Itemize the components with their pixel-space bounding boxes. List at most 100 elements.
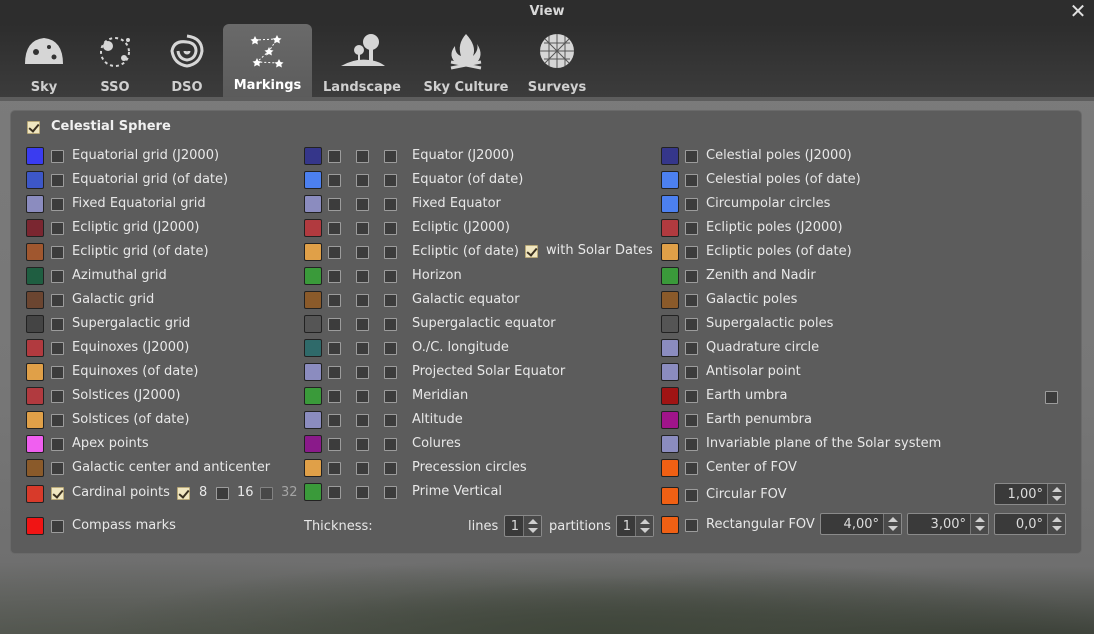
ecliptic-of-date-checkbox-3[interactable] bbox=[384, 246, 397, 259]
partitions-thickness-spinbox[interactable]: 1 bbox=[616, 515, 654, 537]
earth-umbra-checkbox[interactable] bbox=[685, 390, 698, 403]
equator-j2000-checkbox-1[interactable] bbox=[328, 150, 341, 163]
equator-of-date-color-swatch[interactable] bbox=[304, 171, 322, 189]
apex-points-color-swatch[interactable] bbox=[26, 435, 44, 453]
azimuthal-grid-color-swatch[interactable] bbox=[26, 267, 44, 285]
altitude-color-swatch[interactable] bbox=[304, 411, 322, 429]
equator-of-date-checkbox-3[interactable] bbox=[384, 174, 397, 187]
ecliptic-poles-of-date-checkbox[interactable] bbox=[685, 246, 698, 259]
ecliptic-j2000-checkbox-3[interactable] bbox=[384, 222, 397, 235]
equinoxes-j2000-checkbox[interactable] bbox=[51, 342, 64, 355]
partitions-thickness-arrows[interactable] bbox=[635, 516, 653, 536]
cardinal-32-checkbox[interactable] bbox=[260, 487, 273, 500]
center-of-fov-color-swatch[interactable] bbox=[661, 459, 679, 477]
center-of-fov-checkbox[interactable] bbox=[685, 462, 698, 475]
equatorial-grid-j2000-checkbox[interactable] bbox=[51, 150, 64, 163]
galactic-center-and-anticenter-checkbox[interactable] bbox=[51, 462, 64, 475]
galactic-equator-checkbox-2[interactable] bbox=[356, 294, 369, 307]
prime-vertical-checkbox-2[interactable] bbox=[356, 486, 369, 499]
galactic-poles-color-swatch[interactable] bbox=[661, 291, 679, 309]
supergalactic-equator-color-swatch[interactable] bbox=[304, 315, 322, 333]
ecliptic-poles-of-date-color-swatch[interactable] bbox=[661, 243, 679, 261]
ecliptic-of-date-color-swatch[interactable] bbox=[304, 243, 322, 261]
celestial-poles-of-date-color-swatch[interactable] bbox=[661, 171, 679, 189]
celestial-poles-of-date-checkbox[interactable] bbox=[685, 174, 698, 187]
rectangular-fov-rotation-arrows[interactable] bbox=[1047, 514, 1065, 534]
compass-marks-checkbox[interactable] bbox=[51, 520, 64, 533]
galactic-equator-checkbox-1[interactable] bbox=[328, 294, 341, 307]
equatorial-grid-of-date-checkbox[interactable] bbox=[51, 174, 64, 187]
circular-fov-checkbox[interactable] bbox=[685, 489, 698, 502]
quadrature-circle-color-swatch[interactable] bbox=[661, 339, 679, 357]
equinoxes-of-date-checkbox[interactable] bbox=[51, 366, 64, 379]
earth-umbra-color-swatch[interactable] bbox=[661, 387, 679, 405]
ecliptic-j2000-checkbox-2[interactable] bbox=[356, 222, 369, 235]
meridian-checkbox-3[interactable] bbox=[384, 390, 397, 403]
altitude-checkbox-1[interactable] bbox=[328, 414, 341, 427]
ecliptic-j2000-color-swatch[interactable] bbox=[304, 219, 322, 237]
projected-solar-equator-checkbox-1[interactable] bbox=[328, 366, 341, 379]
solstices-of-date-checkbox[interactable] bbox=[51, 414, 64, 427]
celestial-poles-j2000-color-swatch[interactable] bbox=[661, 147, 679, 165]
precession-circles-color-swatch[interactable] bbox=[304, 459, 322, 477]
galactic-poles-checkbox[interactable] bbox=[685, 294, 698, 307]
prime-vertical-color-swatch[interactable] bbox=[304, 483, 322, 501]
rectangular-fov-rotation-spinbox[interactable]: 0,0° bbox=[994, 513, 1066, 535]
supergalactic-grid-checkbox[interactable] bbox=[51, 318, 64, 331]
fixed-equatorial-grid-checkbox[interactable] bbox=[51, 198, 64, 211]
cardinal-points-color-swatch[interactable] bbox=[26, 485, 44, 503]
spin-up-icon[interactable] bbox=[888, 517, 898, 522]
spin-up-icon[interactable] bbox=[528, 519, 538, 524]
altitude-checkbox-2[interactable] bbox=[356, 414, 369, 427]
o-c-longitude-color-swatch[interactable] bbox=[304, 339, 322, 357]
projected-solar-equator-checkbox-3[interactable] bbox=[384, 366, 397, 379]
fixed-equator-checkbox-2[interactable] bbox=[356, 198, 369, 211]
celestial-sphere-checkbox[interactable] bbox=[27, 121, 40, 134]
meridian-checkbox-2[interactable] bbox=[356, 390, 369, 403]
equator-of-date-checkbox-1[interactable] bbox=[328, 174, 341, 187]
lines-thickness-arrows[interactable] bbox=[523, 516, 541, 536]
rectangular-fov-width-spinbox[interactable]: 4,00° bbox=[820, 513, 902, 535]
tab-sky-culture[interactable]: Sky Culture bbox=[420, 24, 512, 98]
precession-circles-checkbox-1[interactable] bbox=[328, 462, 341, 475]
ecliptic-grid-of-date-color-swatch[interactable] bbox=[26, 243, 44, 261]
azimuthal-grid-checkbox[interactable] bbox=[51, 270, 64, 283]
fixed-equator-checkbox-1[interactable] bbox=[328, 198, 341, 211]
o-c-longitude-checkbox-1[interactable] bbox=[328, 342, 341, 355]
antisolar-point-checkbox[interactable] bbox=[685, 366, 698, 379]
close-icon[interactable]: ✕ bbox=[1068, 1, 1088, 21]
cardinal-16-checkbox[interactable] bbox=[216, 487, 229, 500]
supergalactic-grid-color-swatch[interactable] bbox=[26, 315, 44, 333]
galactic-center-and-anticenter-color-swatch[interactable] bbox=[26, 459, 44, 477]
equator-j2000-color-swatch[interactable] bbox=[304, 147, 322, 165]
equinoxes-of-date-color-swatch[interactable] bbox=[26, 363, 44, 381]
solstices-of-date-color-swatch[interactable] bbox=[26, 411, 44, 429]
ecliptic-grid-of-date-checkbox[interactable] bbox=[51, 246, 64, 259]
earth-penumbra-checkbox[interactable] bbox=[685, 414, 698, 427]
prime-vertical-checkbox-3[interactable] bbox=[384, 486, 397, 499]
celestial-poles-j2000-checkbox[interactable] bbox=[685, 150, 698, 163]
equinoxes-j2000-color-swatch[interactable] bbox=[26, 339, 44, 357]
prime-vertical-checkbox-1[interactable] bbox=[328, 486, 341, 499]
supergalactic-equator-checkbox-1[interactable] bbox=[328, 318, 341, 331]
precession-circles-checkbox-3[interactable] bbox=[384, 462, 397, 475]
meridian-checkbox-1[interactable] bbox=[328, 390, 341, 403]
equator-of-date-checkbox-2[interactable] bbox=[356, 174, 369, 187]
supergalactic-equator-checkbox-3[interactable] bbox=[384, 318, 397, 331]
projected-solar-equator-color-swatch[interactable] bbox=[304, 363, 322, 381]
rectangular-fov-height-arrows[interactable] bbox=[970, 514, 988, 534]
rectangular-fov-checkbox[interactable] bbox=[685, 519, 698, 532]
equatorial-grid-of-date-color-swatch[interactable] bbox=[26, 171, 44, 189]
meridian-color-swatch[interactable] bbox=[304, 387, 322, 405]
earth-penumbra-color-swatch[interactable] bbox=[661, 411, 679, 429]
circumpolar-circles-checkbox[interactable] bbox=[685, 198, 698, 211]
galactic-equator-checkbox-3[interactable] bbox=[384, 294, 397, 307]
equator-j2000-checkbox-2[interactable] bbox=[356, 150, 369, 163]
fixed-equator-color-swatch[interactable] bbox=[304, 195, 322, 213]
spin-down-icon[interactable] bbox=[640, 528, 650, 533]
circular-fov-spinbox[interactable]: 1,00° bbox=[994, 483, 1066, 505]
circular-fov-color-swatch[interactable] bbox=[661, 487, 679, 505]
spin-up-icon[interactable] bbox=[1052, 517, 1062, 522]
ecliptic-grid-j2000-checkbox[interactable] bbox=[51, 222, 64, 235]
tab-sso[interactable]: SSO bbox=[86, 24, 144, 98]
